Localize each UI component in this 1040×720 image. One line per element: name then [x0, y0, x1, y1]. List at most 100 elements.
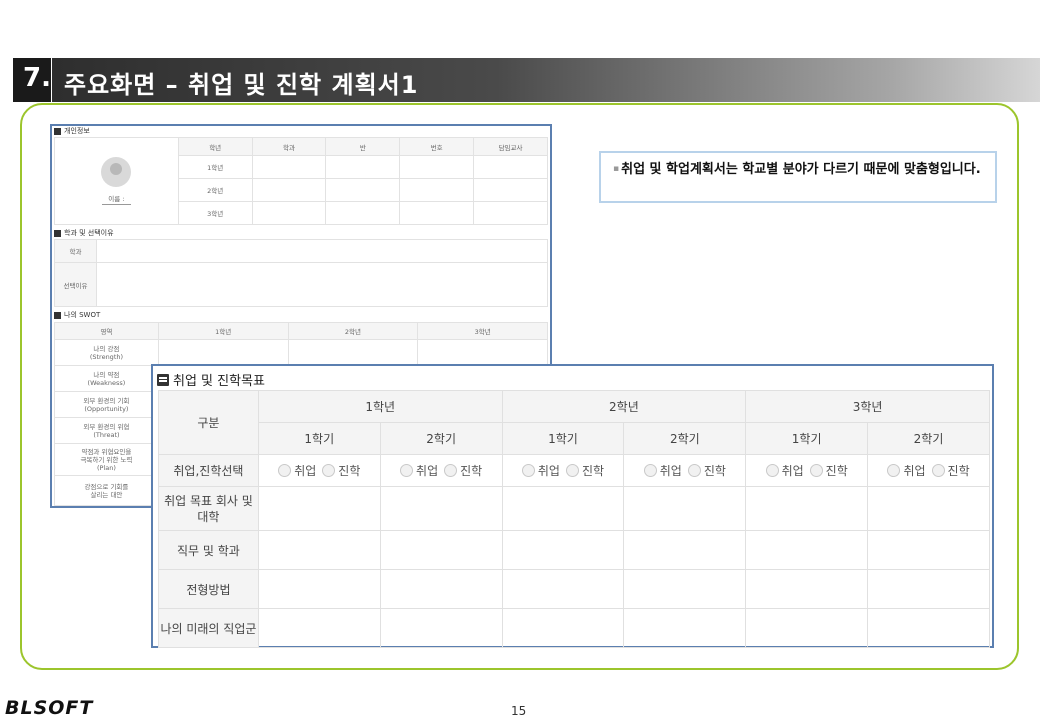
row-label: 나의 미래의 직업군: [158, 608, 259, 648]
input-cell[interactable]: [379, 486, 503, 531]
note-text: 취업 및 학업계획서는 학교별 분야가 다르기 때문에 맞춤형입니다.: [621, 162, 981, 177]
cell[interactable]: [251, 178, 327, 202]
cell[interactable]: [399, 201, 475, 225]
input-cell[interactable]: [745, 530, 869, 570]
input-cell[interactable]: [379, 608, 503, 648]
year-header: 2학년: [501, 390, 747, 423]
input-cell[interactable]: [867, 486, 990, 531]
row-label: 2학년: [177, 178, 253, 202]
section-swot: 나의 SWOT: [54, 310, 100, 320]
radio-school[interactable]: 진학: [931, 462, 970, 479]
radio-label: 취업: [416, 463, 439, 478]
radio-job[interactable]: 취업: [278, 462, 316, 479]
input-cell[interactable]: [379, 569, 503, 609]
input-cell[interactable]: [745, 569, 869, 609]
cell[interactable]: [473, 178, 548, 202]
goal-form: 취업 및 진학목표 구분 1학년 2학년 3학년 1학기 2학기 1학기 2학기…: [151, 364, 994, 648]
radio-job[interactable]: 취업: [887, 462, 926, 479]
choice-cell: 취업 진학: [501, 454, 625, 487]
choice-cell: 취업 진학: [867, 454, 990, 487]
cell[interactable]: [417, 339, 548, 366]
cell[interactable]: [251, 201, 327, 225]
term-header: 1학기: [501, 422, 625, 455]
section-number-badge: 7.: [13, 58, 51, 102]
choice-cell: 취업 진학: [257, 454, 381, 487]
radio-school[interactable]: 진학: [322, 462, 360, 479]
input-cell[interactable]: [623, 608, 747, 648]
input-cell[interactable]: [745, 486, 869, 531]
goal-row: 나의 미래의 직업군: [158, 608, 990, 648]
input-cell[interactable]: [867, 608, 990, 648]
radio-circle-icon: [931, 463, 945, 477]
col-header: 3학년: [417, 322, 548, 340]
col-header: 학년: [177, 137, 253, 156]
input-cell[interactable]: [867, 569, 990, 609]
input-cell[interactable]: [257, 486, 381, 531]
radio-job[interactable]: 취업: [521, 462, 560, 479]
input-cell[interactable]: [623, 486, 747, 531]
section-title: 취업 및 진학목표: [173, 374, 265, 389]
radio-circle-icon: [444, 463, 458, 477]
radio-circle-icon: [565, 463, 579, 477]
term-header: 1학기: [745, 422, 869, 455]
row-label: 취업 목표 회사 및 대학: [158, 486, 259, 531]
radio-school[interactable]: 진학: [687, 462, 726, 479]
cell[interactable]: [325, 201, 401, 225]
cell[interactable]: [251, 155, 327, 179]
radio-school[interactable]: 진학: [809, 462, 848, 479]
radio-circle-icon: [643, 463, 657, 477]
cell[interactable]: [473, 155, 548, 179]
choice-cell: 취업 진학: [745, 454, 869, 487]
input-cell[interactable]: [501, 486, 625, 531]
book-icon: [54, 311, 61, 319]
input-cell[interactable]: [867, 530, 990, 570]
select-row: 취업,진학선택 취업 진학 취업 진학 취업 진학 취업 진학 취업 진학 취업 진학: [158, 454, 990, 487]
input-cell[interactable]: [501, 530, 625, 570]
corner-header: 구분: [158, 390, 259, 455]
row-label: 강점으로 기회를 살리는 대안: [54, 475, 159, 506]
row-label: 1학년: [177, 155, 253, 179]
radio-school[interactable]: 진학: [444, 462, 482, 479]
radio-school[interactable]: 진학: [565, 462, 604, 479]
input-cell[interactable]: [623, 569, 747, 609]
note-box: ▪ 취업 및 학업계획서는 학교별 분야가 다르기 때문에 맞춤형입니다.: [599, 151, 997, 203]
input-cell[interactable]: [501, 608, 625, 648]
cell[interactable]: [157, 339, 289, 366]
radio-job[interactable]: 취업: [643, 462, 682, 479]
input-cell[interactable]: [257, 530, 381, 570]
section-title: 나의 SWOT: [64, 311, 101, 319]
col-header: 2학년: [287, 322, 419, 340]
personal-info-table: 이름 : 학년 학과 반 번호 담임교사 1학년 2학년 3학년: [54, 137, 548, 225]
dept-cell[interactable]: [96, 239, 548, 263]
year-header: 1학년: [257, 390, 503, 423]
section-personal-info: 개인정보: [54, 126, 90, 136]
cell[interactable]: [287, 339, 419, 366]
book-icon: [54, 229, 61, 237]
cell[interactable]: [399, 155, 475, 179]
name-label: 이름 :: [102, 193, 131, 205]
input-cell[interactable]: [257, 569, 381, 609]
input-cell[interactable]: [257, 608, 381, 648]
goal-row: 취업 목표 회사 및 대학: [158, 486, 990, 531]
choice-cell: 취업 진학: [379, 454, 503, 487]
col-header: 담임교사: [473, 137, 548, 156]
input-cell[interactable]: [379, 530, 503, 570]
radio-label: 취업: [294, 463, 317, 478]
reason-cell[interactable]: [96, 262, 548, 307]
input-cell[interactable]: [745, 608, 869, 648]
radio-circle-icon: [278, 463, 292, 477]
cell[interactable]: [473, 201, 548, 225]
radio-job[interactable]: 취업: [765, 462, 804, 479]
input-cell[interactable]: [501, 569, 625, 609]
input-cell[interactable]: [623, 530, 747, 570]
cell[interactable]: [325, 178, 401, 202]
row-label: 나의 약점 (Weakness): [54, 365, 159, 392]
goal-row: 직무 및 학과: [158, 530, 990, 570]
radio-circle-icon: [521, 463, 535, 477]
term-header: 2학기: [867, 422, 990, 455]
radio-job[interactable]: 취업: [400, 462, 438, 479]
cell[interactable]: [325, 155, 401, 179]
section-title: 학과 및 선택이유: [64, 229, 114, 237]
cell[interactable]: [399, 178, 475, 202]
section-title: 개인정보: [64, 127, 90, 135]
